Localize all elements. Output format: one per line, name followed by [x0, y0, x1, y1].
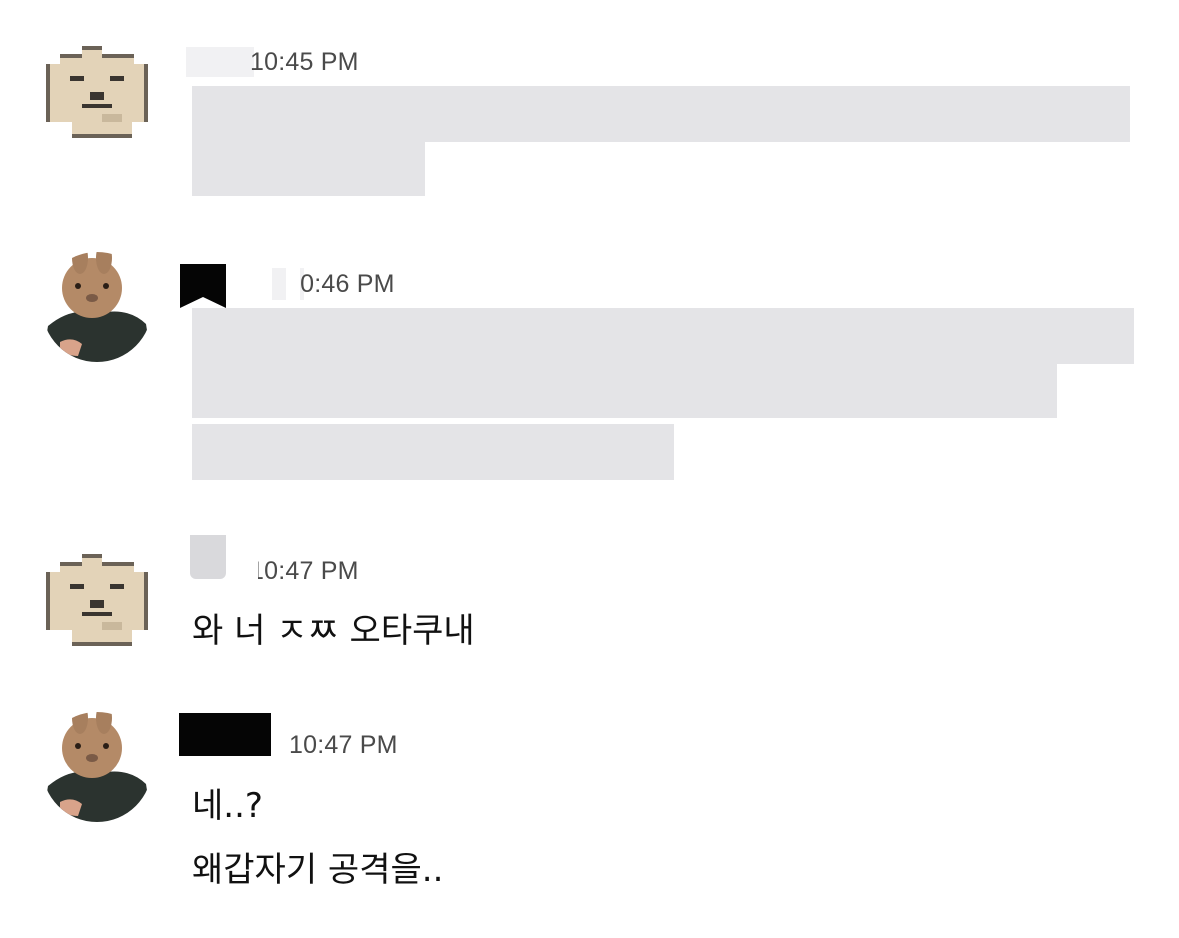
message-redaction	[192, 308, 1134, 364]
timestamp: 10:47 PM	[289, 731, 398, 759]
pixel-rabbit-avatar-icon[interactable]	[42, 548, 152, 658]
name-redaction	[286, 268, 300, 302]
name-redaction	[190, 535, 226, 579]
name-redaction-flag	[180, 264, 226, 308]
message-redaction	[192, 140, 425, 196]
timestamp: 10:45 PM	[250, 48, 359, 76]
timestamp: 10:46 PM	[286, 270, 395, 298]
name-redaction	[186, 47, 254, 77]
message-redaction	[192, 424, 674, 480]
message-redaction	[192, 362, 1057, 418]
name-redaction	[250, 555, 258, 589]
rabbit-suit-avatar-icon[interactable]	[42, 712, 152, 822]
name-redaction	[179, 713, 271, 756]
rabbit-suit-avatar-icon[interactable]	[42, 252, 152, 362]
pixel-rabbit-avatar-icon[interactable]	[42, 40, 152, 150]
message-text: 왜갑자기 공격을..	[192, 850, 444, 890]
message-text: 와 너 ㅈㅉ 오타쿠내	[192, 611, 475, 651]
timestamp: 10:47 PM	[250, 557, 359, 585]
message-redaction	[192, 86, 1130, 142]
message-text: 네..?	[192, 786, 263, 826]
